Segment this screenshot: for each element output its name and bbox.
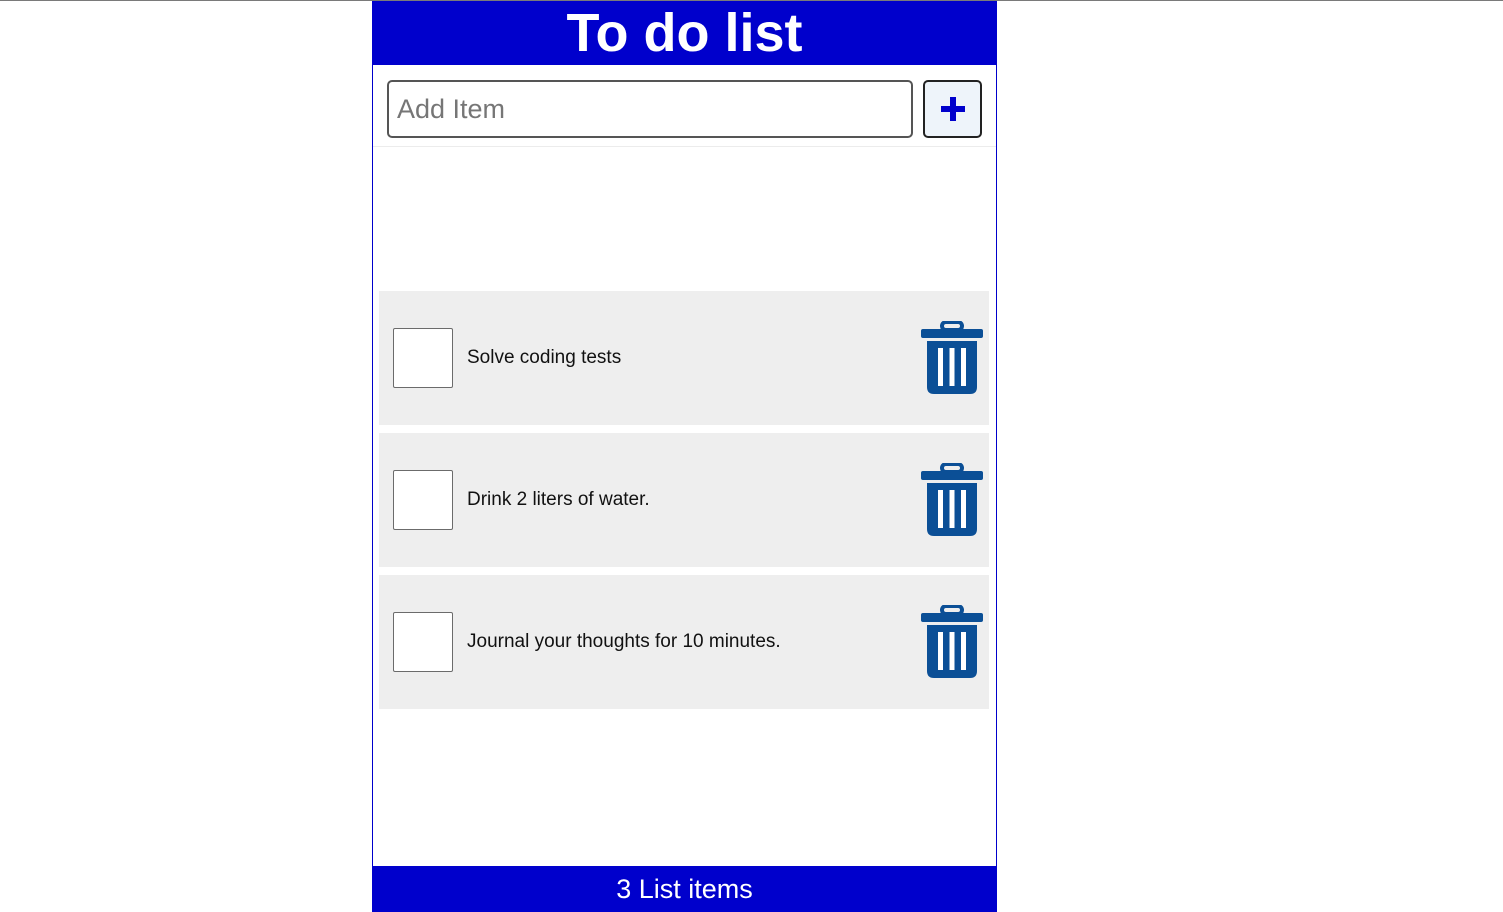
item-count: 3 List items [616,873,753,904]
page-title: To do list [566,3,803,63]
list-item: Drink 2 liters of water. [379,433,989,567]
item-checkbox[interactable] [393,612,453,672]
item-label: Solve coding tests [467,347,622,368]
add-item-input[interactable] [387,80,913,138]
item-checkbox[interactable] [393,328,453,388]
list-item: Solve coding tests [379,291,989,425]
app-header: To do list [373,1,996,65]
item-label: Journal your thoughts for 10 minutes. [467,631,781,652]
app-footer: 3 List items [373,866,996,912]
item-label: Drink 2 liters of water. [467,489,650,510]
todo-app: To do list Solve coding tests [372,1,997,912]
item-checkbox[interactable] [393,470,453,530]
trash-icon[interactable] [920,463,984,537]
trash-icon[interactable] [920,605,984,679]
trash-icon[interactable] [920,321,984,395]
add-item-row [373,65,996,147]
add-item-button[interactable] [923,80,982,138]
plus-icon [940,97,965,121]
list-item: Journal your thoughts for 10 minutes. [379,575,989,709]
todo-list: Solve coding tests Drink 2 liters of wat… [379,291,989,717]
